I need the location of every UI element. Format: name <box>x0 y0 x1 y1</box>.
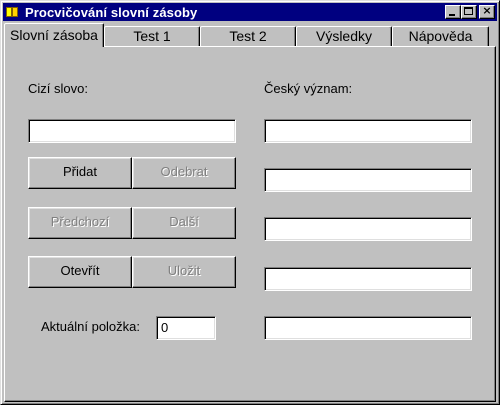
open-button[interactable]: Otevřít <box>28 256 132 288</box>
tab-test-1[interactable]: Test 1 <box>104 26 200 47</box>
previous-button[interactable]: Předchozí <box>28 207 132 239</box>
close-button[interactable]: × <box>479 4 495 19</box>
current-item-input[interactable]: 0 <box>156 316 216 340</box>
tab-test-2[interactable]: Test 2 <box>200 26 296 47</box>
remove-button[interactable]: Odebrat <box>132 157 236 189</box>
maximize-button[interactable] <box>461 5 477 19</box>
tab-strip: Slovní zásoba Test 1 Test 2 Výsledky Náp… <box>4 23 496 47</box>
add-button[interactable]: Přidat <box>28 157 132 189</box>
current-item-label: Aktuální položka: <box>41 319 141 334</box>
next-button[interactable]: Další <box>132 207 236 239</box>
czech-meaning-input-5[interactable] <box>264 316 472 340</box>
tab-vysledky[interactable]: Výsledky <box>296 26 392 47</box>
window-title: Procvičování slovní zásoby <box>25 4 198 20</box>
tab-napoveda[interactable]: Nápověda <box>392 26 489 47</box>
minimize-button[interactable] <box>445 5 461 19</box>
tab-slovni-zasoba[interactable]: Slovní zásoba <box>4 23 104 47</box>
title-bar[interactable]: Procvičování slovní zásoby × <box>3 3 497 21</box>
foreign-word-input[interactable] <box>28 119 236 143</box>
close-icon: × <box>482 4 492 17</box>
app-window: Procvičování slovní zásoby × Slovní záso… <box>0 0 500 405</box>
czech-meaning-input-4[interactable] <box>264 267 472 291</box>
book-icon[interactable] <box>5 5 21 19</box>
tab-panel: Cizí slovo: Český význam: Přidat Odebrat… <box>4 46 496 402</box>
maximize-icon <box>464 7 473 15</box>
czech-meaning-label: Český význam: <box>264 81 353 96</box>
minimize-icon <box>449 14 455 16</box>
foreign-word-label: Cizí slovo: <box>28 81 88 96</box>
czech-meaning-input-1[interactable] <box>264 119 472 143</box>
save-button[interactable]: Uložit <box>132 256 236 288</box>
czech-meaning-input-3[interactable] <box>264 217 472 241</box>
czech-meaning-input-2[interactable] <box>264 168 472 192</box>
window-controls: × <box>445 4 495 19</box>
